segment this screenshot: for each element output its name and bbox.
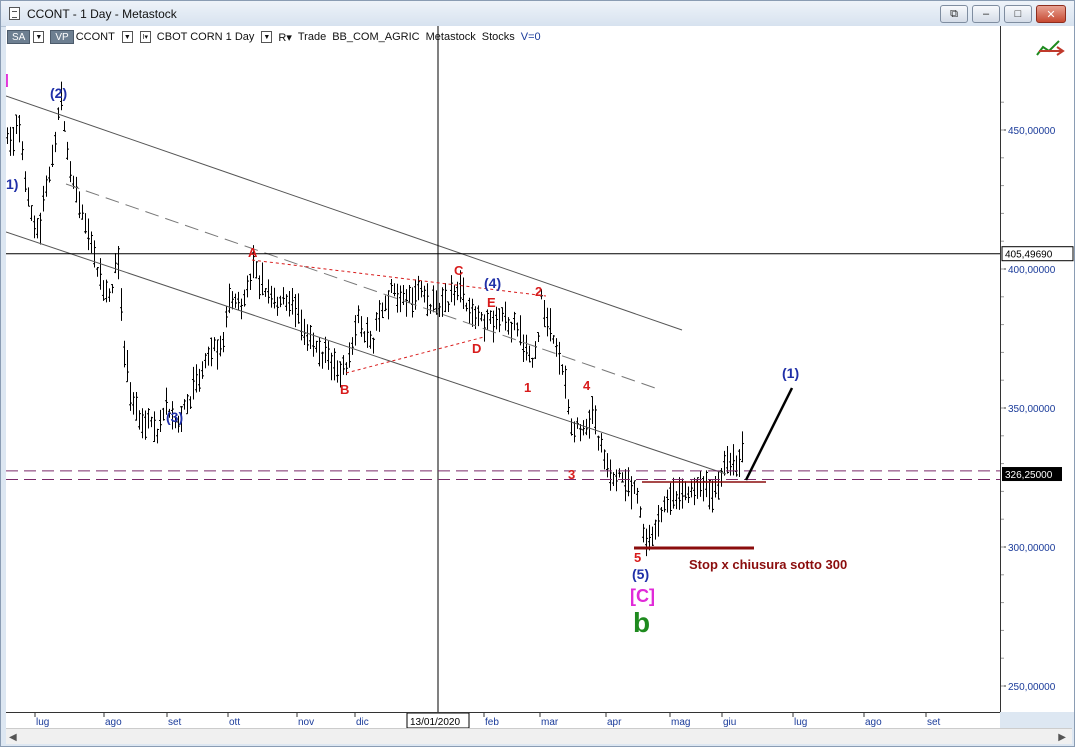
crosshair-price-label: 405,49690 <box>1005 250 1053 261</box>
wave-label-b: B <box>340 382 349 397</box>
date-tick-label: set <box>168 717 182 728</box>
last-price-label: 326,25000 <box>1005 470 1053 481</box>
scroll-left-icon[interactable]: ◀ <box>9 732 17 743</box>
chart-tools-icon[interactable] <box>1033 33 1067 63</box>
trade-label: Trade <box>297 31 327 43</box>
price-tick-label: 250,00000 <box>1008 682 1056 693</box>
price-bars <box>6 81 744 557</box>
title-bar[interactable]: CCONT - 1 Day - Metastock ⧉ – □ ✕ <box>1 1 1074 27</box>
close-button[interactable]: ✕ <box>1036 5 1066 23</box>
restore-button[interactable]: ⧉ <box>940 5 968 23</box>
maximize-button[interactable]: □ <box>1004 5 1032 23</box>
crosshair-date-label: 13/01/2020 <box>410 717 460 728</box>
symbol-label[interactable]: CCONT <box>76 31 115 43</box>
chevron-down-icon[interactable]: ▼ <box>121 31 133 43</box>
date-tick-label: lug <box>36 717 49 728</box>
date-tick-label: feb <box>485 717 499 728</box>
wave-label-sub-2: 2 <box>535 284 542 299</box>
type-label: Stocks <box>481 31 515 43</box>
wave-label-4: (4) <box>484 275 501 291</box>
price-tick-label: 400,00000 <box>1008 265 1056 276</box>
date-tick-label: giu <box>723 717 736 728</box>
price-chart: ] (2) 1) (3) (4) (5) (1) A B C D E 1 2 3 4 5 [C]b Stop x c… <box>6 26 1000 712</box>
price-tick-label: 300,00000 <box>1008 543 1056 554</box>
volume-label: V=0 <box>520 31 541 43</box>
triangle-top-line <box>251 259 547 297</box>
wave-label-d: D <box>472 341 481 356</box>
price-axis-svg: 450,00000 400,00000 350,00000 300,00000 250,… <box>947 101 1074 693</box>
lower-channel-line <box>6 231 727 475</box>
app-window: CCONT - 1 Day - Metastock ⧉ – □ ✕ ] (2) 1)… <box>0 0 1075 747</box>
minimize-button[interactable]: – <box>972 5 1000 23</box>
triangle-pattern <box>251 259 547 374</box>
wave-label-5: (5) <box>632 566 649 582</box>
date-tick-label: ott <box>229 717 240 728</box>
price-axis[interactable]: 450,00000 400,00000 350,00000 300,00000 250,… <box>947 26 1074 712</box>
date-tick-label: nov <box>298 717 314 728</box>
category-label: BB_COM_AGRIC <box>332 31 420 43</box>
wave-label-big-b: b <box>633 607 650 638</box>
price-tick-label: 350,00000 <box>1008 404 1056 415</box>
scroll-right-icon[interactable]: ▶ <box>1058 732 1066 743</box>
sa-chip[interactable]: SA <box>7 30 31 44</box>
horizontal-scrollbar[interactable]: ◀ ▶ <box>6 728 1072 744</box>
wave-label-sub-4: 4 <box>583 378 591 393</box>
date-tick-label: mag <box>671 717 690 728</box>
median-channel-line <box>65 183 659 390</box>
instrument-label[interactable]: CBOT CORN 1 Day <box>157 31 255 43</box>
wave-label-a: A <box>248 245 258 260</box>
document-icon <box>9 7 20 20</box>
date-axis[interactable]: lug ago set ott nov dic feb mar apr mag giu lug ago s… <box>6 712 1000 729</box>
r-menu[interactable]: R▾ <box>278 31 291 44</box>
date-axis-svg: lug ago set ott nov dic feb mar apr mag giu lug ago s… <box>34 712 941 729</box>
wave-label-e: E <box>487 295 496 310</box>
date-tick-label: mar <box>541 717 559 728</box>
chart-toolbar: SA ▼ VP CCONT ▼ I▾ CBOT CORN 1 Day ▼ R▾ … <box>7 28 997 46</box>
support-levels <box>6 470 1000 480</box>
wave-label-next-1: (1) <box>782 365 799 381</box>
price-tick-label: 450,00000 <box>1008 126 1056 137</box>
trend-lines <box>6 95 727 475</box>
upper-channel-line <box>6 95 683 331</box>
vp-chip[interactable]: VP <box>50 30 74 44</box>
wave-label-big-c: [C] <box>630 586 655 606</box>
date-tick-label: lug <box>794 717 807 728</box>
stop-annotation: Stop x chiusura sotto 300 <box>689 557 847 572</box>
chevron-down-icon[interactable]: ▼ <box>261 31 273 43</box>
wave-label-sub-1: 1 <box>524 380 531 395</box>
wave-label-1: 1) <box>6 176 18 192</box>
date-tick-label: dic <box>356 717 369 728</box>
wave-label-sub-5: 5 <box>634 550 641 565</box>
date-tick-label: ago <box>865 717 882 728</box>
date-tick-label: ago <box>105 717 122 728</box>
wave-label-edge: ] <box>6 71 9 87</box>
wave-label-c: C <box>454 263 464 278</box>
date-tick-label: apr <box>607 717 622 728</box>
chart-area[interactable]: ] (2) 1) (3) (4) (5) (1) A B C D E 1 2 3 4 5 [C]b Stop x c… <box>6 26 1000 712</box>
wave-label-sub-3: 3 <box>568 467 575 482</box>
date-tick-label: set <box>927 717 941 728</box>
source-label: Metastock <box>425 31 476 43</box>
chevron-down-icon[interactable]: ▼ <box>33 31 45 43</box>
wave-label-3: (3) <box>166 409 183 425</box>
bar-style-icon[interactable]: I▾ <box>139 31 151 43</box>
triangle-bottom-line <box>345 336 485 374</box>
wave-label-2: (2) <box>50 85 67 101</box>
window-title: CCONT - 1 Day - Metastock <box>27 7 177 21</box>
projection-line <box>744 387 794 481</box>
